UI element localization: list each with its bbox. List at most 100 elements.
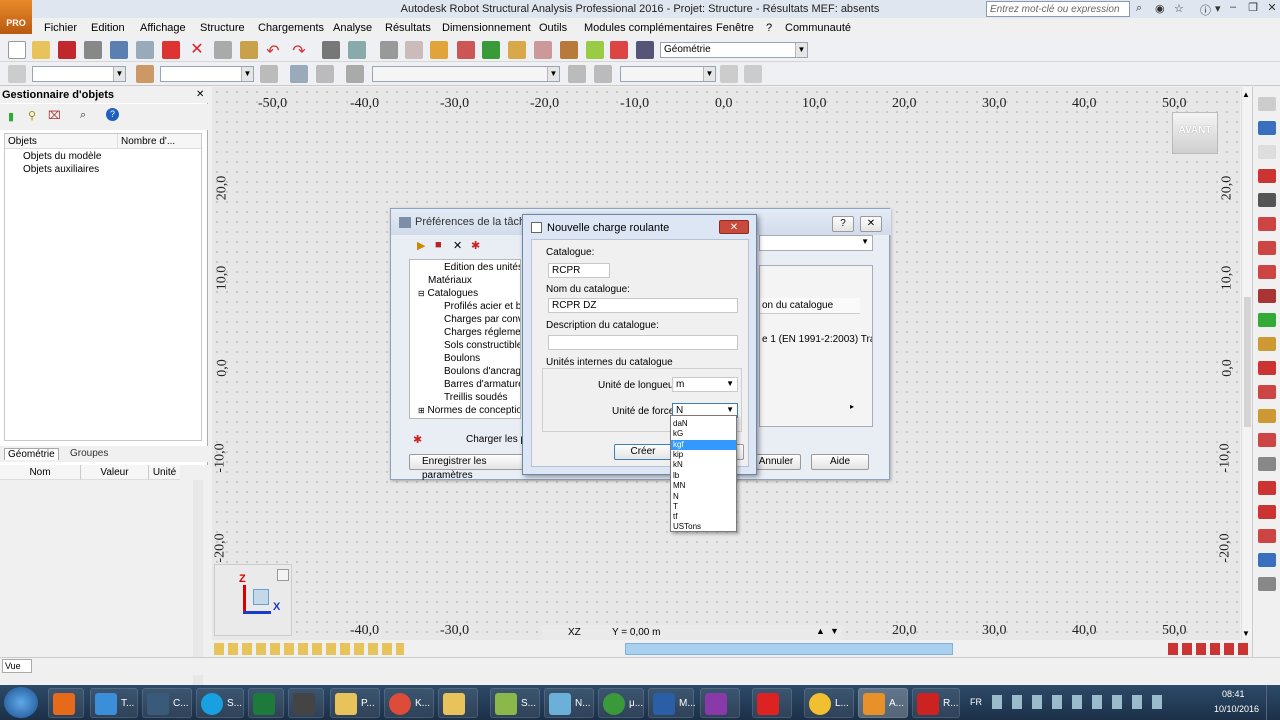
release-icon[interactable] bbox=[1258, 217, 1276, 231]
taskbar-skype[interactable]: S... bbox=[196, 688, 244, 718]
copy-icon[interactable] bbox=[214, 41, 232, 59]
model-icon[interactable] bbox=[560, 41, 578, 59]
material-icon[interactable] bbox=[1258, 385, 1276, 399]
tree-item[interactable]: Charges réglemen bbox=[444, 327, 520, 338]
view-icon[interactable] bbox=[720, 65, 738, 83]
column-header-unite[interactable]: Unité bbox=[148, 465, 180, 480]
load3-icon[interactable] bbox=[1258, 337, 1276, 351]
zoom-icon[interactable] bbox=[405, 41, 423, 59]
tree-item[interactable]: Matériaux bbox=[428, 275, 472, 286]
open-folder-icon[interactable] bbox=[32, 41, 50, 59]
open-folder-icon[interactable]: ▶ bbox=[417, 239, 425, 252]
status-icons[interactable] bbox=[1168, 643, 1248, 655]
clear-filter-icon[interactable]: ⌧ bbox=[48, 109, 61, 122]
dropdown-option[interactable]: tf bbox=[671, 512, 736, 522]
stairs-icon[interactable] bbox=[1258, 577, 1276, 591]
column-header-count[interactable]: Nombre d'... bbox=[117, 134, 201, 149]
menu-structure[interactable]: Structure bbox=[200, 22, 245, 34]
menu-help[interactable]: ? bbox=[766, 22, 772, 34]
new-file-icon[interactable] bbox=[8, 41, 26, 59]
triad-toggle-icon[interactable] bbox=[277, 569, 289, 581]
load-type-select[interactable]: ▼ bbox=[620, 66, 716, 82]
menu-affichage[interactable]: Affichage bbox=[140, 22, 186, 34]
filter-icon[interactable]: ⚲ bbox=[28, 109, 36, 122]
load2-icon[interactable] bbox=[1258, 313, 1276, 327]
minimize-button[interactable]: – bbox=[1222, 1, 1244, 17]
screen-capture-icon[interactable] bbox=[162, 41, 180, 59]
column-header-objets[interactable]: Objets bbox=[5, 134, 117, 149]
panel-icon[interactable] bbox=[1258, 265, 1276, 279]
structure-icon[interactable] bbox=[508, 41, 526, 59]
menu-analyse[interactable]: Analyse bbox=[333, 22, 372, 34]
tree-item[interactable]: Charges par conv bbox=[444, 314, 520, 325]
taskbar-firefox[interactable] bbox=[48, 688, 84, 718]
help-icon[interactable]: ⓘ bbox=[1200, 2, 1211, 18]
menu-fenetre[interactable]: Fenêtre bbox=[716, 22, 754, 34]
display-options-icons[interactable] bbox=[214, 643, 404, 655]
bar-select[interactable]: ▼ bbox=[160, 66, 254, 82]
properties-icon[interactable] bbox=[586, 41, 604, 59]
dropdown-option[interactable]: N bbox=[671, 492, 736, 502]
taskbar-onenote[interactable] bbox=[700, 688, 740, 718]
axis-icon[interactable] bbox=[482, 41, 500, 59]
taskbar-excel[interactable] bbox=[248, 688, 284, 718]
view-layout-select[interactable]: Géométrie ▼ bbox=[660, 42, 808, 58]
dropdown-option[interactable]: lb bbox=[671, 471, 736, 481]
load-icon[interactable] bbox=[1258, 289, 1276, 303]
bars-icon[interactable] bbox=[1258, 121, 1276, 135]
tree-item[interactable]: Edition des unités bbox=[444, 262, 520, 273]
grid-scrollbar[interactable] bbox=[193, 480, 203, 710]
combination-icon[interactable] bbox=[1258, 529, 1276, 543]
zoom-page-icon[interactable] bbox=[136, 41, 154, 59]
user-icon[interactable]: ◉ bbox=[1155, 2, 1165, 15]
horizontal-scroll-thumb[interactable] bbox=[625, 643, 953, 655]
close-button[interactable]: ✕ bbox=[719, 220, 749, 234]
taskbar-acrobat[interactable] bbox=[288, 688, 324, 718]
menu-chargements[interactable]: Chargements bbox=[258, 22, 324, 34]
description-field[interactable] bbox=[548, 335, 738, 350]
scroll-up-icon[interactable]: ▲ bbox=[1242, 90, 1250, 99]
tree-item-model-objects[interactable]: Objets du modèle bbox=[23, 151, 101, 162]
menu-fichier[interactable]: Fichier bbox=[44, 22, 77, 34]
taskbar-app[interactable]: C... bbox=[142, 688, 192, 718]
table-row[interactable]: e 1 (EN 1991-2:2003) Traf bbox=[760, 332, 872, 347]
catalog-field[interactable]: RCPR bbox=[548, 263, 610, 278]
section-icon[interactable] bbox=[534, 41, 552, 59]
vertical-scrollbar[interactable]: ▲ ▼ bbox=[1241, 87, 1252, 640]
menu-outils[interactable]: Outils bbox=[539, 22, 567, 34]
section-icon[interactable] bbox=[1258, 193, 1276, 207]
menu-resultats[interactable]: Résultats bbox=[385, 22, 431, 34]
print-icon[interactable] bbox=[84, 41, 102, 59]
search-icon[interactable]: ⌕ bbox=[80, 109, 86, 122]
node-icon[interactable] bbox=[8, 65, 26, 83]
taskbar-ie[interactable]: T... bbox=[90, 688, 138, 718]
status-view[interactable]: Vue bbox=[2, 659, 32, 673]
save-icon[interactable] bbox=[58, 41, 76, 59]
supports-icon[interactable] bbox=[1258, 169, 1276, 183]
help-icon[interactable]: ? bbox=[106, 108, 119, 121]
clock-date[interactable]: 10/10/2016 bbox=[1214, 704, 1259, 714]
delete-icon[interactable]: ✕ bbox=[453, 239, 462, 252]
start-button[interactable] bbox=[4, 687, 38, 718]
bar-icon[interactable] bbox=[136, 65, 154, 83]
rigid-link-icon[interactable] bbox=[1258, 481, 1276, 495]
tree-item[interactable]: Treillis soudés bbox=[444, 392, 508, 403]
create-button[interactable]: Créer bbox=[614, 444, 672, 460]
tree-item-aux-objects[interactable]: Objets auxiliaires bbox=[23, 164, 99, 175]
snow-wind-icon[interactable] bbox=[1258, 505, 1276, 519]
tree-item[interactable]: Profilés acier et bo bbox=[444, 301, 520, 312]
taskbar-app3[interactable]: N... bbox=[544, 688, 594, 718]
nodes-icon[interactable] bbox=[1258, 145, 1276, 159]
tree-item[interactable]: Sols constructibles bbox=[444, 340, 520, 351]
undo-icon[interactable]: ↶ bbox=[264, 41, 282, 60]
scroll-down-icon[interactable]: ▼ bbox=[1242, 629, 1250, 638]
taskbar-app4[interactable]: M... bbox=[648, 688, 696, 718]
table-header[interactable]: on du catalogue bbox=[760, 298, 860, 314]
taskbar-utorrent[interactable]: μ... bbox=[598, 688, 644, 718]
coord-down-icon[interactable]: ▼ bbox=[830, 626, 839, 636]
display2-icon[interactable] bbox=[316, 65, 334, 83]
help-cursor-icon[interactable] bbox=[260, 65, 278, 83]
taskbar-messenger[interactable]: L... bbox=[804, 688, 854, 718]
taskbar-chrome[interactable]: K... bbox=[384, 688, 434, 718]
search-input[interactable]: Entrez mot-clé ou expression bbox=[986, 1, 1130, 17]
